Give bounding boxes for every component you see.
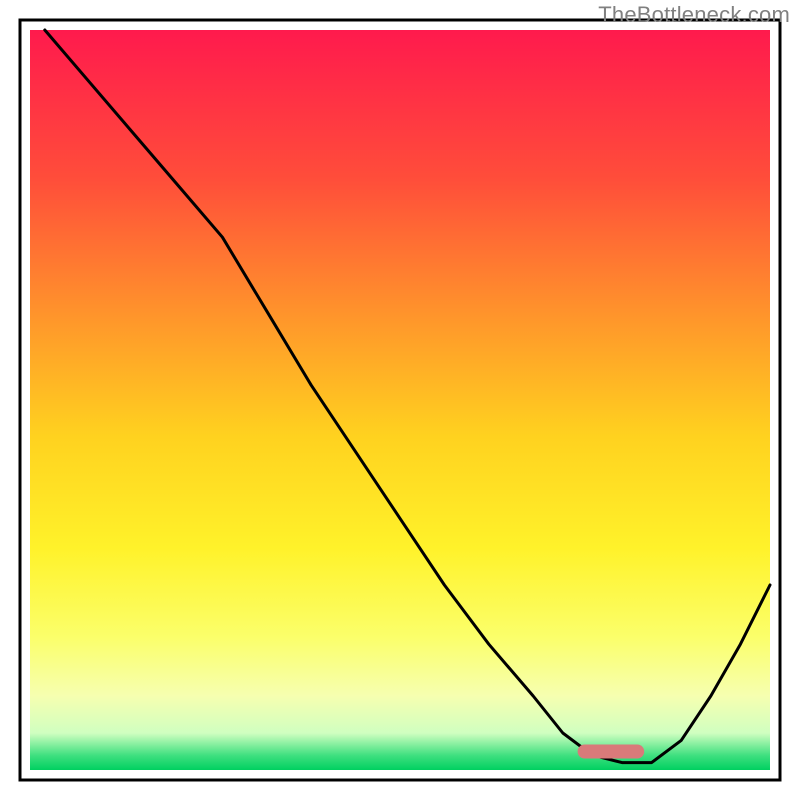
optimal-range-marker: [578, 745, 645, 759]
chart-container: { "watermark": "TheBottleneck.com", "cha…: [0, 0, 800, 800]
watermark: TheBottleneck.com: [598, 2, 790, 28]
chart-svg: [0, 0, 800, 800]
